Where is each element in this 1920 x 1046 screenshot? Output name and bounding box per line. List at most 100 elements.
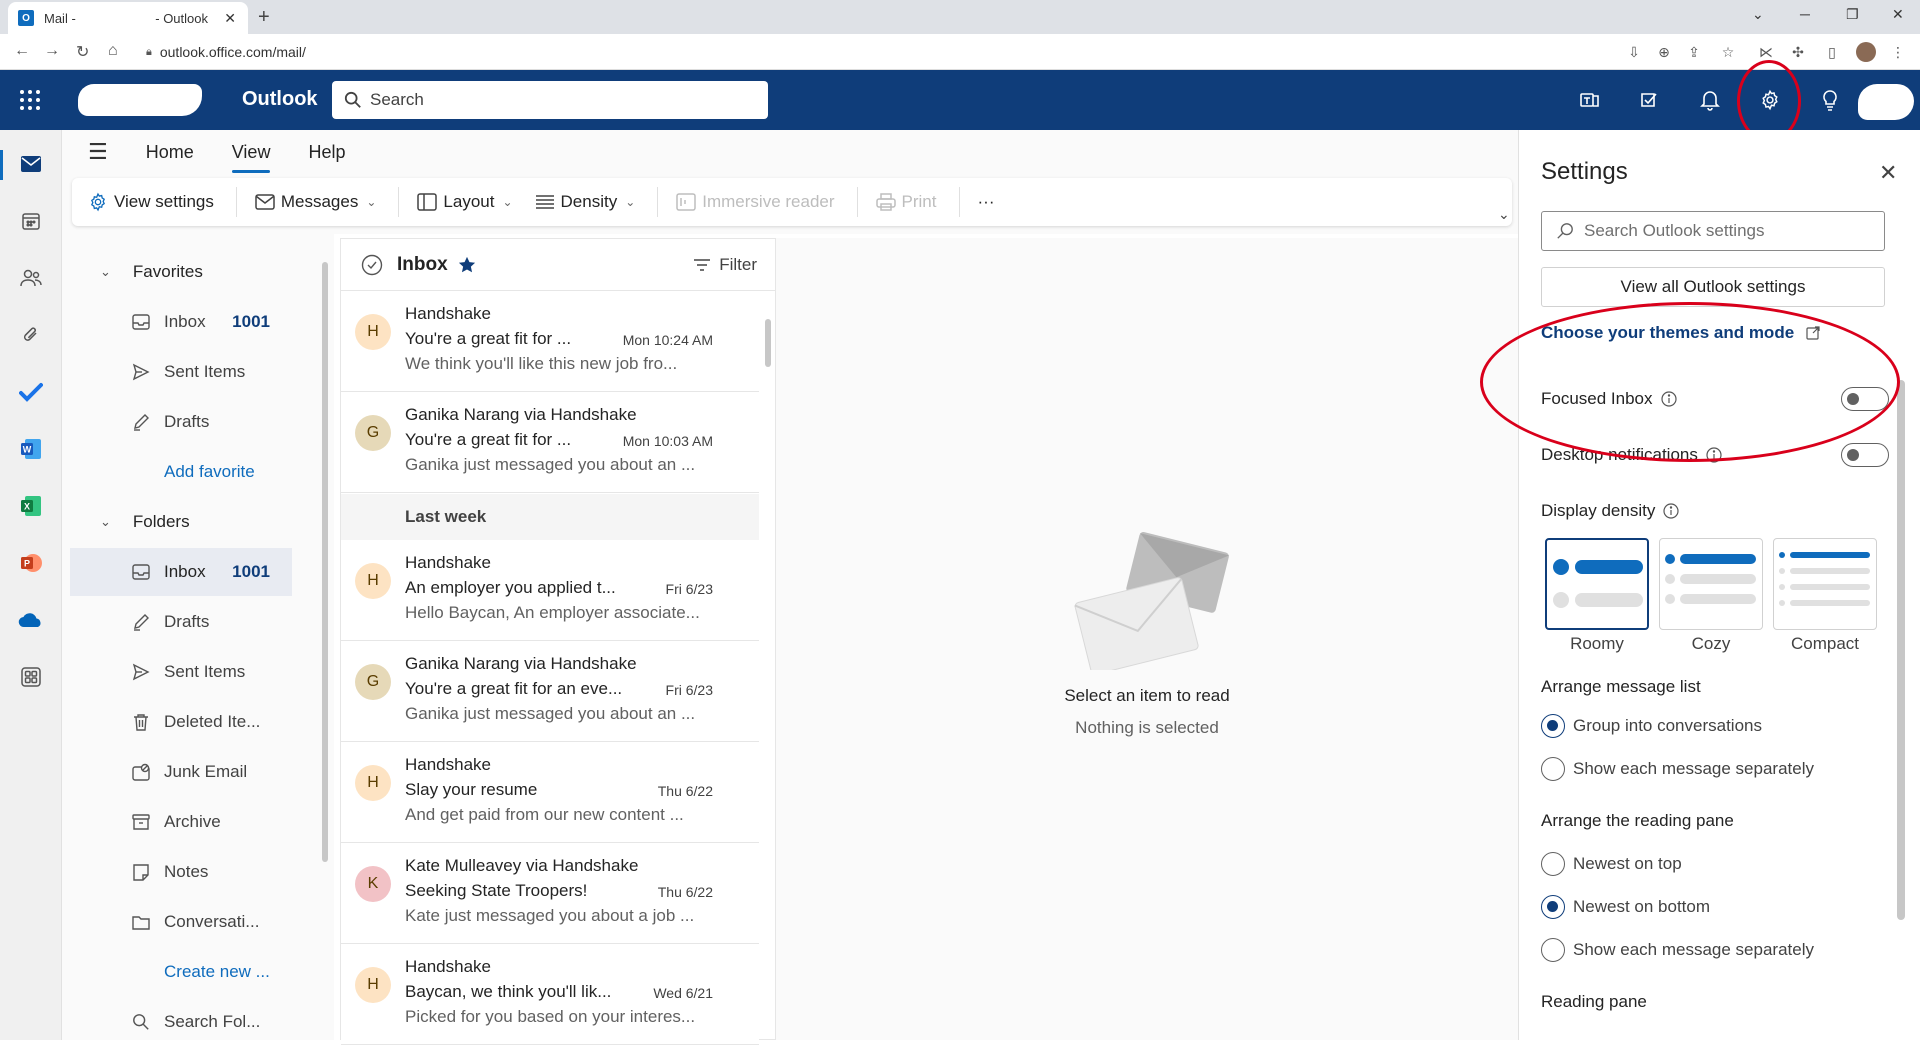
folder-scrollbar[interactable] xyxy=(322,262,328,862)
tab-home[interactable]: Home xyxy=(146,142,194,163)
message-row[interactable]: H Handshake You're a great fit for ... Mon … xyxy=(341,292,759,392)
chevron-down-icon: ⌄ xyxy=(502,195,513,209)
settings-search-input[interactable]: Search Outlook settings xyxy=(1541,211,1885,251)
todo-icon[interactable] xyxy=(1636,86,1664,114)
info-icon[interactable] xyxy=(1660,391,1677,407)
folder-drafts[interactable]: Drafts xyxy=(62,598,292,646)
search-folders[interactable]: Search Fol... xyxy=(62,998,292,1046)
info-icon[interactable] xyxy=(1706,447,1722,463)
side-panel-icon[interactable]: ▯ xyxy=(1824,44,1840,60)
profile-icon[interactable] xyxy=(1856,42,1876,62)
tab-help[interactable]: Help xyxy=(308,142,345,163)
restore-icon[interactable]: ❐ xyxy=(1846,6,1859,23)
density-option-roomy[interactable] xyxy=(1545,538,1649,630)
new-tab-icon[interactable]: + xyxy=(258,6,270,29)
arrange-list-heading: Arrange message list xyxy=(1541,677,1701,696)
home-icon[interactable]: ⌂ xyxy=(108,42,118,60)
immersive-reader-button[interactable]: Immersive reader xyxy=(676,192,835,212)
folder-notes[interactable]: Notes xyxy=(62,848,292,896)
radio-reading-show-separately[interactable]: Show each message separately xyxy=(1541,938,1814,962)
extension-icon[interactable]: ⋉ xyxy=(1758,44,1774,60)
menu-kebab-icon[interactable]: ⋮ xyxy=(1890,44,1906,60)
settings-scrollbar[interactable] xyxy=(1897,380,1905,920)
density-dropdown[interactable]: Density ⌄ xyxy=(535,192,635,212)
folder-conversation-history[interactable]: Conversati... xyxy=(62,898,292,946)
view-all-settings-button[interactable]: View all Outlook settings xyxy=(1541,267,1885,307)
close-window-icon[interactable]: ✕ xyxy=(1892,6,1904,23)
favorite-inbox[interactable]: Inbox 1001 xyxy=(62,298,292,346)
layout-dropdown[interactable]: Layout ⌄ xyxy=(417,192,513,212)
todo-check-icon[interactable] xyxy=(17,378,45,406)
more-apps-icon[interactable] xyxy=(17,663,45,691)
onedrive-icon[interactable] xyxy=(17,606,45,634)
puzzle-icon[interactable]: ✣ xyxy=(1790,44,1806,60)
favorite-drafts[interactable]: Drafts xyxy=(62,398,292,446)
favorite-sent-items[interactable]: Sent Items xyxy=(62,348,292,396)
people-icon[interactable] xyxy=(17,264,45,292)
view-settings-button[interactable]: View settings xyxy=(88,192,214,212)
word-icon[interactable]: W xyxy=(17,435,45,463)
focused-inbox-toggle[interactable] xyxy=(1841,387,1889,411)
folder-junk-email[interactable]: Junk Email xyxy=(62,748,292,796)
message-row[interactable]: H Handshake An employer you applied t... Fr… xyxy=(341,541,759,641)
share-icon[interactable]: ⇪ xyxy=(1686,44,1702,60)
tab-view[interactable]: View xyxy=(231,142,270,173)
folders-header[interactable]: ⌄ Folders xyxy=(62,498,292,546)
close-tab-icon[interactable]: ✕ xyxy=(224,10,236,27)
url-field[interactable]: 🔒︎ outlook.office.com/mail/ xyxy=(146,39,1616,65)
filter-button[interactable]: Filter xyxy=(693,255,757,275)
folder-sent-items[interactable]: Sent Items xyxy=(62,648,292,696)
app-launcher-icon[interactable] xyxy=(18,88,42,112)
add-favorite-link[interactable]: Add favorite xyxy=(62,448,292,496)
messages-dropdown[interactable]: Messages ⌄ xyxy=(255,192,376,212)
teams-icon[interactable] xyxy=(1576,86,1604,114)
more-options-button[interactable]: ··· xyxy=(978,192,995,212)
ribbon-expand-icon[interactable]: ⌄ xyxy=(1498,206,1510,223)
themes-link[interactable]: Choose your themes and mode xyxy=(1541,323,1820,343)
forward-icon[interactable]: → xyxy=(44,42,60,60)
avatar[interactable] xyxy=(1858,84,1914,120)
browser-tab[interactable]: O Mail - - Outlook ✕ xyxy=(8,2,248,34)
print-button[interactable]: Print xyxy=(875,192,937,212)
mail-icon[interactable] xyxy=(17,150,45,178)
radio-show-separately[interactable]: Show each message separately xyxy=(1541,757,1814,781)
message-row[interactable]: G Ganika Narang via Handshake You're a gre… xyxy=(341,393,759,493)
excel-icon[interactable]: X xyxy=(17,492,45,520)
favorites-header[interactable]: ⌄ Favorites xyxy=(62,248,292,296)
zoom-icon[interactable]: ⊕ xyxy=(1656,44,1672,60)
folder-deleted-items[interactable]: Deleted Ite... xyxy=(62,698,292,746)
message-row[interactable]: G Ganika Narang via Handshake You're a gre… xyxy=(341,642,759,742)
attachment-icon[interactable] xyxy=(17,321,45,349)
radio-newest-top[interactable]: Newest on top xyxy=(1541,852,1682,876)
calendar-icon[interactable] xyxy=(17,207,45,235)
bell-icon[interactable] xyxy=(1696,86,1724,114)
reload-icon[interactable]: ↻ xyxy=(76,42,89,62)
density-option-compact[interactable] xyxy=(1773,538,1877,630)
lightbulb-icon[interactable] xyxy=(1816,86,1844,114)
minimize-icon[interactable]: ─ xyxy=(1800,6,1810,22)
create-new-folder-link[interactable]: Create new ... xyxy=(62,948,292,996)
bookmark-star-icon[interactable]: ☆ xyxy=(1720,44,1736,60)
tab-search-icon[interactable]: ⌄ xyxy=(1752,6,1764,23)
ribbon-divider xyxy=(235,187,237,217)
favorite-star-icon[interactable] xyxy=(458,256,476,274)
message-row[interactable]: H Handshake Slay your resume Thu 6/22 And ge… xyxy=(341,743,759,843)
desktop-notifications-toggle[interactable] xyxy=(1841,443,1889,467)
install-icon[interactable]: ⇩ xyxy=(1626,44,1642,60)
density-option-cozy[interactable] xyxy=(1659,538,1763,630)
folder-inbox[interactable]: Inbox 1001 xyxy=(70,548,292,596)
message-row[interactable]: K Kate Mulleavey via Handshake Seeking Sta… xyxy=(341,844,759,944)
outlook-brand[interactable]: Outlook xyxy=(242,88,318,111)
message-row[interactable]: H Handshake Baycan, we think you'll lik...… xyxy=(341,945,759,1045)
close-icon[interactable]: ✕ xyxy=(1879,160,1897,186)
hamburger-icon[interactable]: ☰ xyxy=(88,139,108,165)
back-icon[interactable]: ← xyxy=(14,42,30,60)
search-input[interactable]: Search xyxy=(332,81,768,119)
folder-archive[interactable]: Archive xyxy=(62,798,292,846)
select-all-checkbox-icon[interactable] xyxy=(361,254,383,276)
radio-group-conversations[interactable]: Group into conversations xyxy=(1541,714,1762,738)
powerpoint-icon[interactable]: P xyxy=(17,549,45,577)
radio-newest-bottom[interactable]: Newest on bottom xyxy=(1541,895,1710,919)
message-list-scrollbar[interactable] xyxy=(765,319,771,367)
info-icon[interactable] xyxy=(1663,503,1679,519)
